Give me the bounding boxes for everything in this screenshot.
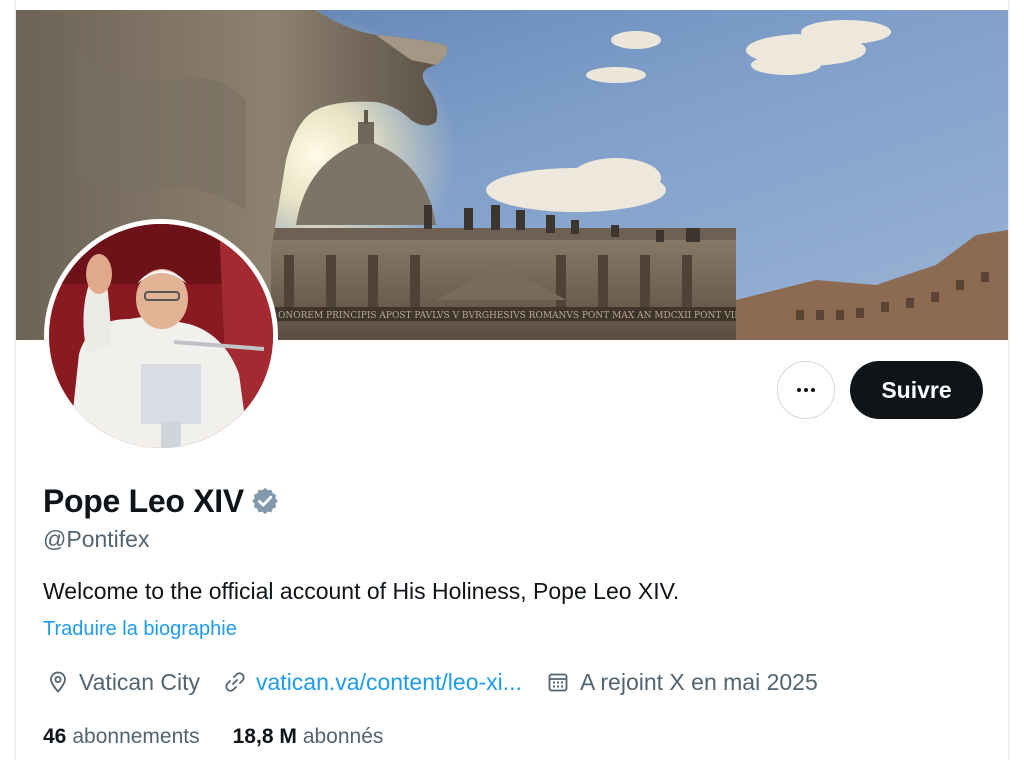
followers-count: 18,8 M bbox=[232, 725, 297, 748]
profile-bio: Welcome to the official account of His H… bbox=[43, 578, 680, 604]
profile-meta-row: Vatican City vatican.va/content/leo-xi..… bbox=[46, 666, 818, 698]
follow-button-label: Suivre bbox=[881, 376, 952, 403]
location-item: Vatican City bbox=[46, 669, 200, 696]
following-stat-link[interactable]: 46 abonnements bbox=[43, 725, 200, 749]
ellipsis-icon bbox=[797, 388, 815, 392]
joined-item: A rejoint X en mai 2025 bbox=[546, 669, 818, 696]
profile-avatar[interactable] bbox=[44, 219, 278, 453]
avatar-image bbox=[49, 224, 273, 448]
website-link[interactable]: vatican.va/content/leo-xi... bbox=[256, 669, 522, 696]
location-pin-icon bbox=[50, 671, 66, 693]
profile-handle: @Pontifex bbox=[43, 526, 150, 552]
verified-badge-icon[interactable] bbox=[250, 486, 280, 516]
calendar-icon bbox=[548, 673, 568, 692]
following-count: 46 bbox=[43, 725, 67, 748]
location-text: Vatican City bbox=[79, 668, 201, 695]
top-strip bbox=[0, 0, 1024, 10]
display-name: Pope Leo XIV bbox=[43, 482, 244, 519]
following-label: abonnements bbox=[72, 725, 200, 748]
website-item[interactable]: vatican.va/content/leo-xi... bbox=[223, 669, 522, 696]
followers-label: abonnés bbox=[302, 725, 384, 748]
follow-stats-row: 46 abonnements 18,8 M abonnés bbox=[43, 722, 383, 752]
more-options-button[interactable] bbox=[777, 361, 835, 419]
link-icon bbox=[225, 672, 245, 692]
display-name-row: Pope Leo XIV bbox=[43, 480, 280, 522]
banner-inscription: ONOREM PRINCIPIS APOST PAVLVS V BVRGHESI… bbox=[278, 311, 738, 321]
profile-page: ONOREM PRINCIPIS APOST PAVLVS V BVRGHESI… bbox=[0, 0, 1024, 760]
translate-bio-link[interactable]: Traduire la biographie bbox=[43, 618, 237, 641]
followers-stat-link[interactable]: 18,8 M abonnés bbox=[233, 725, 384, 749]
follow-button[interactable]: Suivre bbox=[850, 361, 983, 419]
joined-date-text: A rejoint X en mai 2025 bbox=[579, 668, 818, 695]
column-border-right bbox=[1008, 0, 1010, 760]
